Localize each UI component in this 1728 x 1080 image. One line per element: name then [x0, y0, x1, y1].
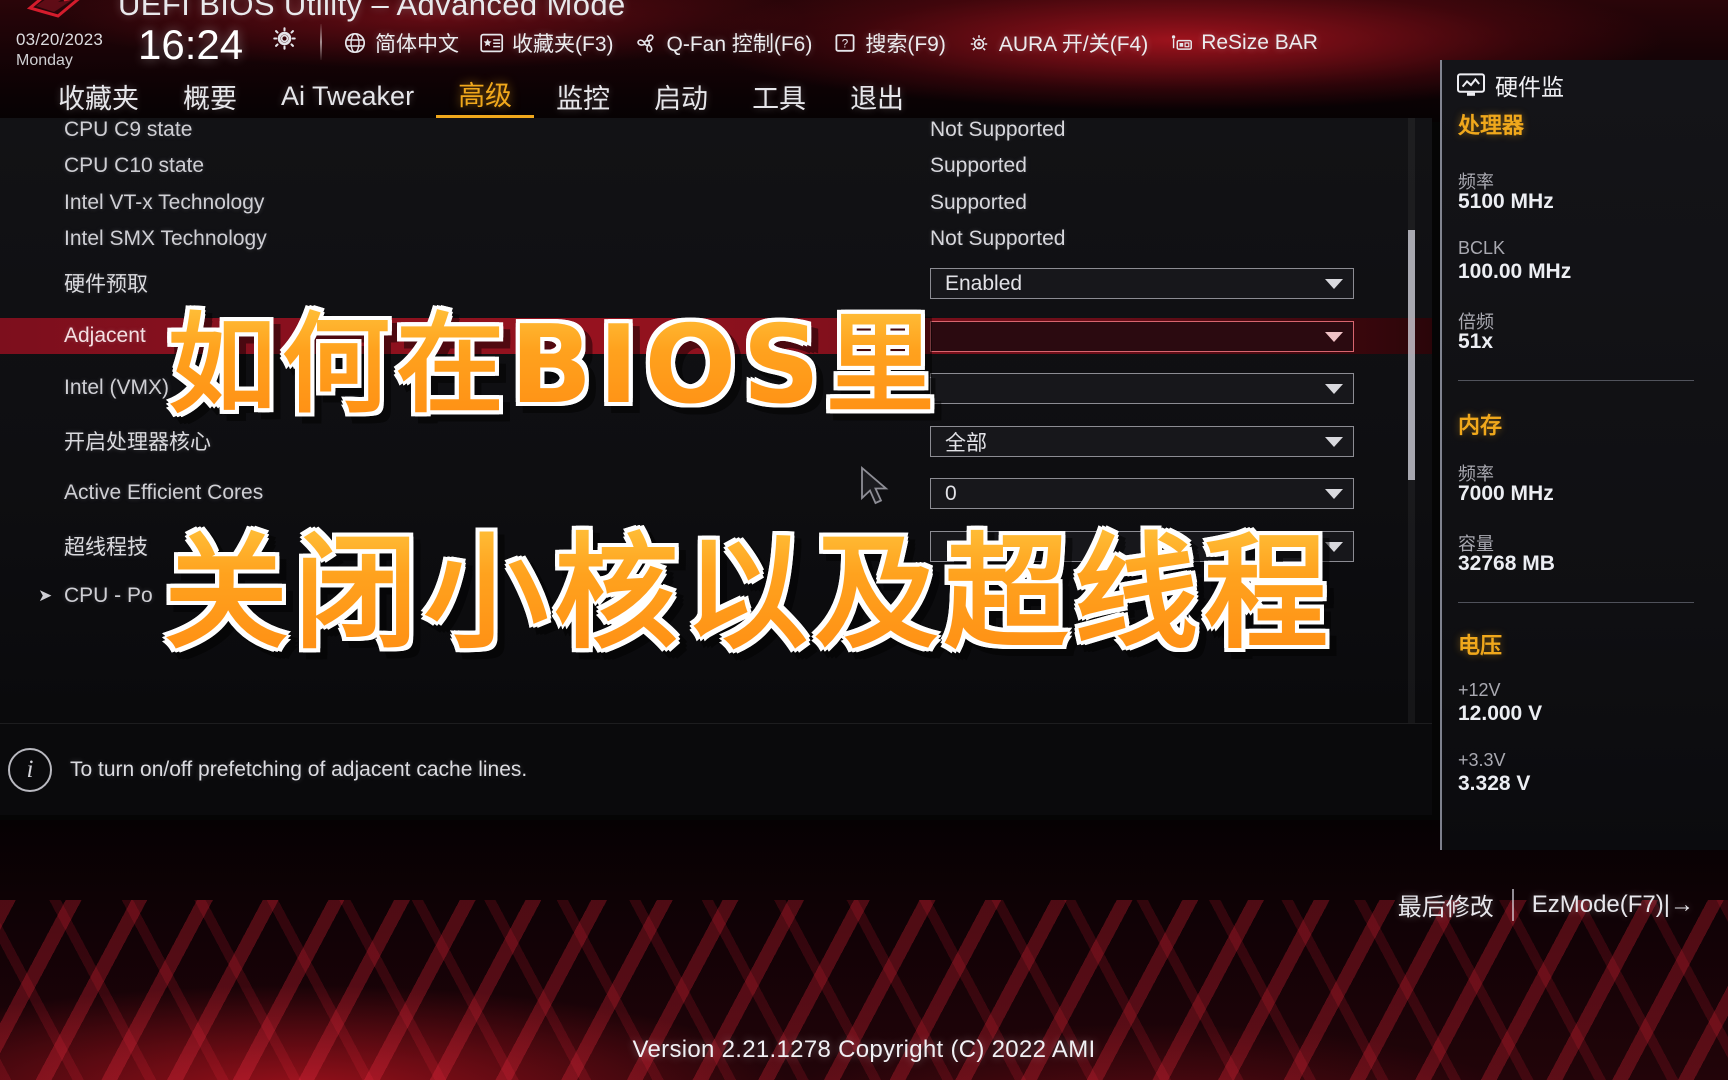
hw-33v-value: 3.328 V — [1458, 772, 1531, 795]
setting-label: CPU - Po — [64, 584, 153, 607]
settings-scrollbar[interactable] — [1408, 118, 1415, 723]
setting-label: Adjacent — [64, 324, 146, 347]
bios-screen-photo: UEFI BIOS Utility – Advanced Mode 03/20/… — [0, 0, 1728, 1080]
setting-label: Intel SMX Technology — [64, 227, 267, 250]
search-label: 搜索(F9) — [865, 33, 946, 56]
footer-actions: 最后修改 EzMode(F7)|→ — [1380, 887, 1712, 922]
hw-bclk-key: BCLK — [1458, 238, 1506, 258]
setting-label: CPU C10 state — [64, 154, 205, 177]
chevron-down-icon — [1325, 331, 1343, 342]
main-navigation-tabs: 收藏夹 概要 Ai Tweaker 高级 监控 启动 工具 退出 — [0, 74, 1430, 118]
setting-label: Intel VT-x Technology — [64, 191, 265, 214]
toolbar-divider — [320, 24, 322, 60]
table-row[interactable]: CPU C10 state Supported — [0, 148, 1432, 184]
hw-33v-key: +3.3V — [1458, 750, 1506, 770]
setting-label: CPU C9 state — [64, 118, 193, 141]
tab-monitor[interactable]: 监控 — [534, 77, 632, 116]
divider — [1458, 602, 1694, 603]
aura-icon — [970, 35, 988, 51]
hw-12v-key: +12V — [1458, 680, 1501, 700]
setting-label: Intel (VMX) — [64, 376, 170, 399]
hardware-monitor-panel: 硬件监 处理器 频率 5100 MHz BCLK 100.00 MHz 倍频 5… — [1440, 60, 1728, 850]
current-time: 16:24 — [138, 21, 244, 68]
table-row[interactable]: Intel VT-x Technology Supported — [0, 185, 1432, 221]
scrollbar-thumb[interactable] — [1408, 230, 1415, 480]
footer-bar: 最后修改 EzMode(F7)|→ Version 2.21.1278 Copy… — [0, 855, 1728, 1080]
resize-bar-label: ReSize BAR — [1201, 31, 1318, 54]
chevron-down-icon — [1325, 278, 1343, 289]
info-icon: i — [8, 747, 52, 792]
qfan-control-button[interactable]: Q-Fan 控制(F6) — [630, 26, 817, 60]
tab-advanced[interactable]: 高级 — [436, 74, 535, 118]
table-row[interactable]: CPU C9 state Not Supported — [0, 118, 1432, 148]
language-button[interactable]: 简体中文 — [338, 26, 463, 60]
rog-logo — [26, 0, 80, 18]
hw-bclk-value: 100.00 MHz — [1458, 260, 1572, 283]
tab-boot[interactable]: 启动 — [632, 77, 730, 116]
setting-label: 硬件预取 — [64, 273, 148, 296]
intel-vmx-dropdown[interactable] — [930, 373, 1354, 404]
active-processor-cores-dropdown[interactable]: 全部 — [930, 426, 1354, 457]
hw-ratio-value: 51x — [1458, 330, 1494, 353]
setting-value: Not Supported — [930, 118, 1066, 141]
aura-toggle-button[interactable]: AURA 开/关(F4) — [962, 26, 1152, 60]
dropdown-value: Enabled — [945, 271, 1023, 295]
current-date: 03/20/2023 — [16, 30, 104, 49]
current-weekday: Monday — [16, 52, 73, 69]
resizebar-icon — [1172, 35, 1193, 50]
chevron-down-icon — [1325, 383, 1343, 394]
star-icon — [480, 33, 504, 53]
hardware-monitor-title: 硬件监 — [1495, 74, 1564, 100]
resize-bar-button[interactable]: ReSize BAR — [1164, 26, 1322, 60]
globe-icon — [344, 32, 366, 54]
submenu-arrow-icon: ➤ — [38, 586, 53, 605]
favorites-button[interactable]: 收藏夹(F3) — [475, 26, 618, 60]
hardware-monitor-header: 硬件监 — [1456, 68, 1564, 102]
aura-label: AURA 开/关(F4) — [998, 33, 1149, 56]
favorites-label: 收藏夹(F3) — [512, 33, 614, 56]
search-button[interactable]: ? 搜索(F9) — [828, 26, 950, 60]
divider — [1458, 380, 1694, 381]
setting-label: 超线程技 — [64, 536, 148, 559]
top-toolbar: 简体中文 收藏夹(F3) Q-Fan 控制(F6) ? 搜索(F9) AURA … — [338, 25, 1322, 61]
setting-value: Supported — [930, 154, 1027, 177]
tab-ai-tweaker[interactable]: Ai Tweaker — [259, 81, 436, 112]
hw-cpu-frequency-value: 5100 MHz — [1458, 190, 1554, 213]
tab-main[interactable]: 概要 — [161, 77, 259, 116]
qfan-control-label: Q-Fan 控制(F6) — [666, 33, 813, 56]
overlay-caption-line2: 关闭小核以及超线程 — [164, 492, 1334, 672]
hw-mem-capacity-value: 32768 MB — [1458, 552, 1555, 575]
chevron-down-icon — [1325, 436, 1343, 447]
tab-favorites[interactable]: 收藏夹 — [36, 77, 161, 116]
date-time-block: 03/20/2023 Monday 16:24 — [8, 21, 308, 74]
help-icon: ? — [835, 34, 855, 52]
hardware-prefetcher-dropdown[interactable]: Enabled — [930, 268, 1354, 299]
last-modified-button[interactable]: 最后修改 — [1380, 887, 1512, 922]
gear-icon[interactable] — [272, 26, 297, 51]
adjacent-cache-line-prefetch-dropdown[interactable] — [930, 321, 1354, 352]
language-label: 简体中文 — [375, 33, 459, 56]
hw-12v-value: 12.000 V — [1458, 702, 1543, 725]
monitor-icon — [1457, 73, 1485, 96]
tab-exit[interactable]: 退出 — [828, 77, 926, 116]
hw-section-voltage: 电压 — [1458, 633, 1503, 658]
help-text: To turn on/off prefetching of adjacent c… — [70, 757, 528, 781]
overlay-caption-line1: 如何在BIOS里 — [168, 278, 940, 434]
hw-section-memory: 内存 — [1458, 413, 1503, 438]
dropdown-value: 全部 — [945, 431, 987, 455]
fan-icon — [636, 34, 654, 53]
setting-value: Supported — [930, 191, 1027, 214]
table-row[interactable]: Intel SMX Technology Not Supported — [0, 221, 1432, 257]
help-bar: i To turn on/off prefetching of adjacent… — [0, 723, 1432, 815]
tab-tool[interactable]: 工具 — [730, 77, 828, 116]
version-text: Version 2.21.1278 Copyright (C) 2022 AMI — [632, 1036, 1096, 1063]
setting-value: Not Supported — [930, 227, 1066, 250]
svg-text:?: ? — [842, 37, 849, 50]
ez-mode-button[interactable]: EzMode(F7)|→ — [1514, 891, 1712, 919]
hw-mem-frequency-value: 7000 MHz — [1458, 482, 1554, 505]
page-title: UEFI BIOS Utility – Advanced Mode — [118, 0, 626, 22]
hw-section-cpu: 处理器 — [1458, 113, 1525, 138]
